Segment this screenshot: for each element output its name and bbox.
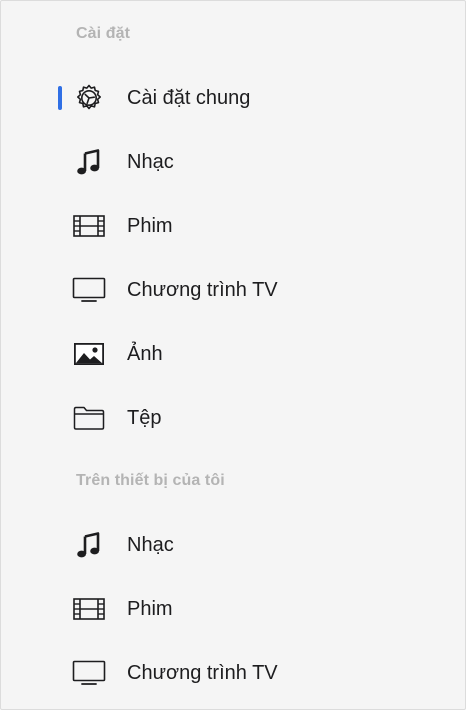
sidebar-item-device-tv-shows[interactable]: Chương trình TV [1, 647, 465, 699]
tv-icon [71, 658, 107, 688]
sidebar-item-general[interactable]: Cài đặt chung [1, 72, 465, 124]
sidebar-item-music[interactable]: Nhạc [1, 136, 465, 188]
sidebar-item-label: Tệp [127, 406, 162, 429]
sidebar-item-tv-shows[interactable]: Chương trình TV [1, 264, 465, 316]
sidebar-item-label: Chương trình TV [127, 661, 278, 684]
photo-icon [71, 339, 107, 369]
section-header-on-my-device: Trên thiết bị của tôi [76, 472, 225, 489]
selection-indicator [58, 86, 62, 110]
sidebar: Cài đặt Cài đặt chung Nhạc Phim Chương t… [0, 0, 466, 710]
sidebar-item-label: Cài đặt chung [127, 86, 251, 109]
sidebar-item-files[interactable]: Tệp [1, 392, 465, 444]
folder-icon [71, 403, 107, 433]
sidebar-item-photos[interactable]: Ảnh [1, 328, 465, 380]
sidebar-item-label: Ảnh [127, 342, 163, 365]
film-icon [71, 211, 107, 241]
music-note-icon [71, 530, 107, 560]
sidebar-item-label: Phim [127, 214, 173, 237]
tv-icon [71, 275, 107, 305]
music-note-icon [71, 147, 107, 177]
film-icon [71, 594, 107, 624]
sidebar-item-device-movies[interactable]: Phim [1, 583, 465, 635]
gear-icon [71, 83, 107, 113]
sidebar-item-label: Nhạc [127, 150, 174, 173]
sidebar-item-label: Nhạc [127, 533, 174, 556]
sidebar-item-label: Phim [127, 597, 173, 620]
sidebar-item-label: Chương trình TV [127, 278, 278, 301]
sidebar-item-device-music[interactable]: Nhạc [1, 519, 465, 571]
sidebar-item-movies[interactable]: Phim [1, 200, 465, 252]
section-header-settings: Cài đặt [76, 25, 131, 42]
